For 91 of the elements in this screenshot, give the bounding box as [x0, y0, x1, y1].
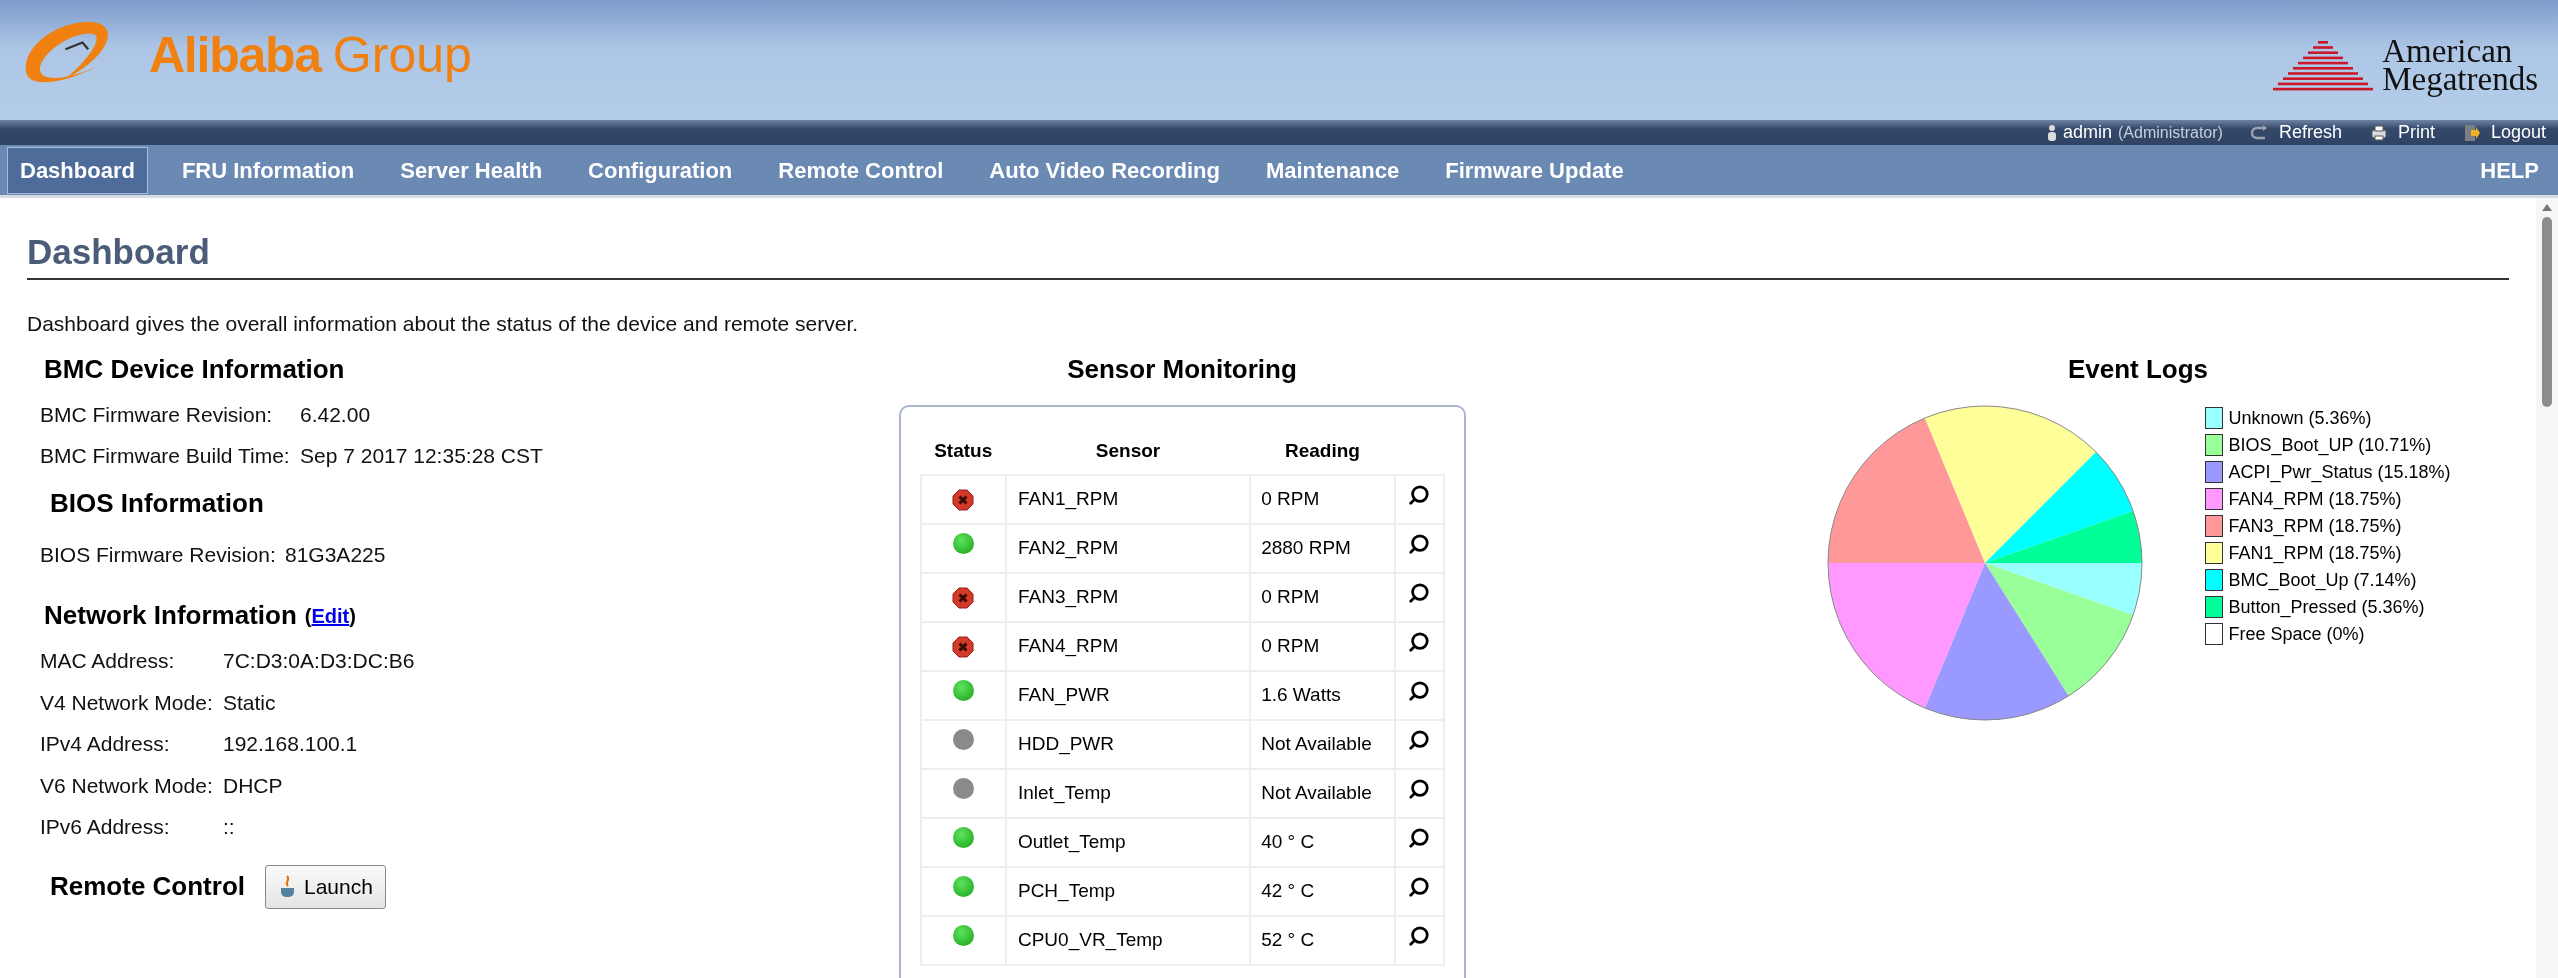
logo-text: Group	[332, 25, 472, 85]
search-icon[interactable]	[1408, 630, 1431, 653]
info-label: IPv4 Address:	[40, 731, 171, 757]
info-value: DHCP	[223, 772, 283, 799]
table-cell: Not Available	[1250, 768, 1395, 818]
table-cell: FAN1_RPM	[1005, 474, 1251, 524]
nav-tab[interactable]: Remote Control	[766, 146, 956, 194]
table-cell: FAN_PWR	[1005, 670, 1251, 720]
section-heading: BMC Device Information	[43, 352, 346, 386]
info-value: 6.42.00	[300, 401, 371, 428]
nav-tab[interactable]: Dashboard	[7, 146, 148, 194]
help-link[interactable]: HELP	[2480, 153, 2539, 187]
info-label: IPv6 Address:	[40, 814, 171, 840]
edit-link-group: (Edit)	[304, 600, 356, 631]
table-cell: 40 ° C	[1250, 817, 1395, 867]
page-description: Dashboard gives the overall information about the status of the device and remote server.	[27, 311, 860, 337]
table-cell: PCH_Temp	[1005, 866, 1251, 916]
chart-title: Event Logs	[2067, 352, 2209, 386]
legend-label: FAN1_RPM (18.75%)	[2228, 541, 2402, 566]
legend-label: Button_Pressed (5.36%)	[2228, 595, 2425, 620]
table-cell: 52 ° C	[1250, 915, 1395, 965]
nav-tab[interactable]: Firmware Update	[1433, 146, 1636, 194]
printer-icon	[2369, 123, 2388, 142]
table-cell: HDD_PWR	[1005, 719, 1251, 769]
nav-tab[interactable]: FRU Information	[169, 146, 367, 194]
info-label: MAC Address:	[40, 648, 176, 674]
search-icon[interactable]	[1408, 777, 1431, 800]
table-cell: Inlet_Temp	[1005, 768, 1251, 818]
legend-label: FAN4_RPM (18.75%)	[2228, 487, 2402, 512]
table-cell: Outlet_Temp	[1005, 817, 1251, 867]
nav-tab[interactable]: Server Health	[388, 146, 555, 194]
logo-text: Alibaba	[149, 25, 321, 85]
logo-text: American	[2382, 37, 2513, 65]
legend-label: FAN3_RPM (18.75%)	[2228, 514, 2402, 539]
section-heading: Network Information	[44, 599, 297, 632]
info-value: 192.168.100.1	[223, 731, 358, 757]
search-icon[interactable]	[1408, 728, 1431, 751]
info-value: Sep 7 2017 12:35:28 CST	[300, 443, 543, 469]
table-cell: 42 ° C	[1250, 866, 1395, 916]
info-label: BIOS Firmware Revision:	[40, 541, 277, 568]
table-cell: 1.6 Watts	[1250, 670, 1395, 720]
scrollbar-thumb[interactable]	[2542, 217, 2552, 407]
nav-tab[interactable]: Configuration	[576, 146, 745, 194]
table-cell: Not Available	[1250, 719, 1395, 769]
logout-icon	[2462, 123, 2481, 142]
user-icon	[2046, 123, 2057, 142]
legend-label: Free Space (0%)	[2228, 622, 2365, 646]
info-value: 81G3A225	[285, 541, 386, 568]
legend-label: ACPI_Pwr_Status (15.18%)	[2228, 460, 2451, 485]
column-header: Status	[920, 428, 1006, 475]
user-role: (Administrator)	[2118, 122, 2223, 143]
refresh-icon	[2250, 123, 2269, 142]
column-header: Sensor	[1005, 428, 1251, 475]
nav-tab[interactable]: Auto Video Recording	[977, 146, 1232, 194]
search-icon[interactable]	[1408, 826, 1431, 849]
table-cell: 2880 RPM	[1250, 523, 1395, 573]
nav-tab[interactable]: Maintenance	[1253, 146, 1412, 194]
info-label: BMC Firmware Revision:	[40, 401, 274, 428]
table-cell: 0 RPM	[1250, 474, 1395, 524]
legend-label: Unknown (5.36%)	[2228, 406, 2372, 430]
table-cell: FAN2_RPM	[1005, 523, 1251, 573]
info-value: 7C:D3:0A:D3:DC:B6	[223, 648, 415, 674]
header-link[interactable]: Refresh	[2250, 119, 2342, 146]
search-icon[interactable]	[1408, 679, 1431, 702]
legend-label: BIOS_Boot_UP (10.71%)	[2228, 433, 2432, 458]
table-cell: FAN3_RPM	[1005, 572, 1251, 622]
info-label: V4 Network Mode:	[40, 689, 214, 716]
legend-label: BMC_Boot_Up (7.14%)	[2228, 568, 2417, 593]
info-label: V6 Network Mode:	[40, 772, 214, 799]
info-value: Static	[223, 689, 276, 716]
scroll-up-icon	[2542, 204, 2552, 211]
header-link[interactable]: Print	[2369, 119, 2435, 146]
section-heading: Sensor Monitoring	[1067, 352, 1297, 386]
info-value: ::	[223, 814, 235, 840]
table-cell: 0 RPM	[1250, 621, 1395, 671]
section-heading: BIOS Information	[49, 486, 265, 520]
table-cell: CPU0_VR_Temp	[1005, 915, 1251, 965]
user-name: admin	[2062, 121, 2112, 144]
section-heading: Remote Control	[50, 870, 245, 903]
table-cell: 0 RPM	[1250, 572, 1395, 622]
search-icon[interactable]	[1408, 581, 1431, 604]
info-label: BMC Firmware Build Time:	[40, 443, 291, 469]
search-icon[interactable]	[1408, 924, 1431, 947]
header-link[interactable]: Logout	[2462, 119, 2546, 146]
page-title: Dashboard	[27, 232, 2509, 280]
column-header: Reading	[1250, 428, 1395, 475]
launch-button[interactable]: Launch	[265, 864, 386, 909]
table-cell: FAN4_RPM	[1005, 621, 1251, 671]
search-icon[interactable]	[1408, 483, 1431, 506]
search-icon[interactable]	[1408, 532, 1431, 555]
search-icon[interactable]	[1408, 875, 1431, 898]
